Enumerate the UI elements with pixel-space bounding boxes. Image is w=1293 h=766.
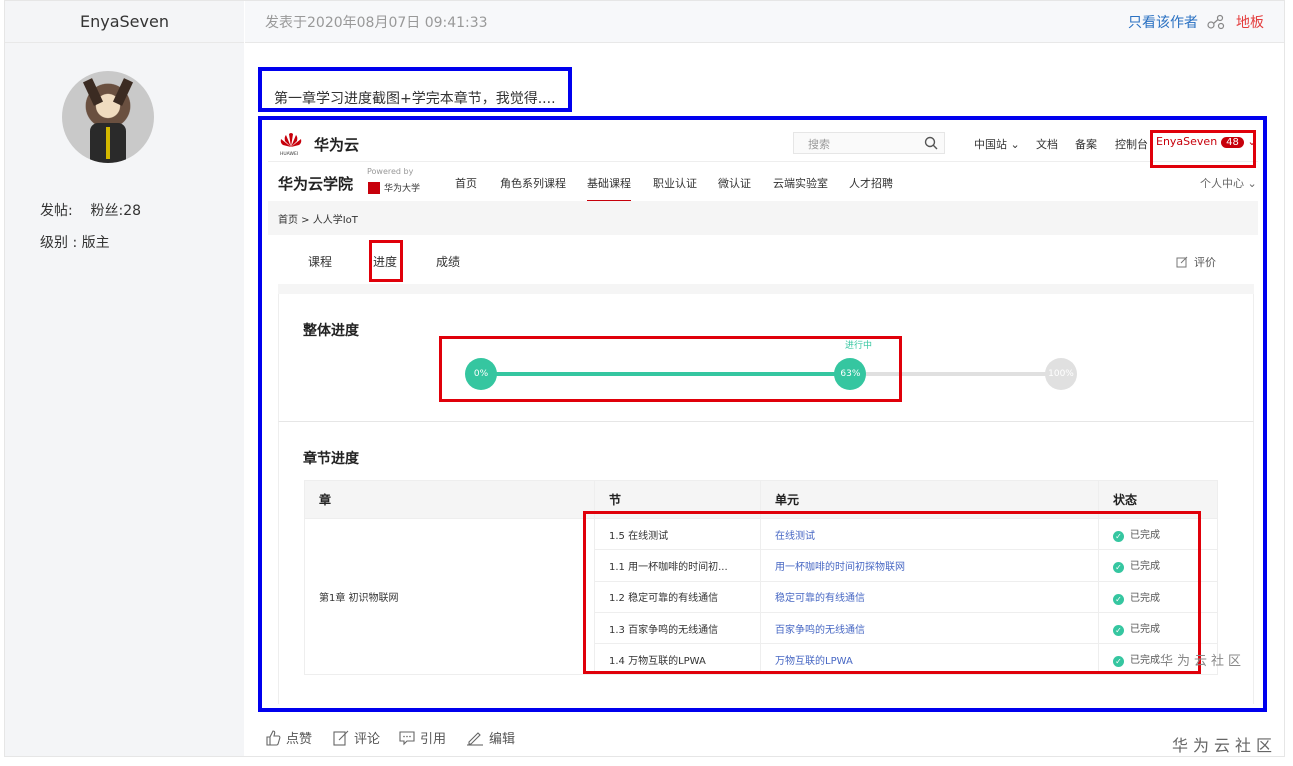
chapter-title: 章节进度 [303, 451, 359, 467]
annotation-box-tab [369, 240, 403, 282]
nav-basic-courses[interactable]: 基础课程 [587, 175, 631, 202]
huawei-cloud-brand: 华为云 [314, 136, 360, 154]
evaluate-button[interactable]: 评价 [1176, 254, 1216, 270]
personal-center[interactable]: 个人中心 ⌄ [1200, 175, 1257, 191]
divider [278, 284, 1254, 294]
quote-icon [399, 730, 415, 745]
breadcrumb-text[interactable]: 首页 > 人人学IoT [278, 211, 358, 226]
watermark-inner: 华为云社区 [1160, 654, 1246, 669]
quote-button[interactable]: 引用 [399, 728, 446, 747]
edit-icon [1176, 256, 1188, 268]
academy-title[interactable]: 华为云学院 [278, 173, 353, 194]
annotation-box-table [583, 511, 1201, 674]
tab-grades[interactable]: 成绩 [436, 253, 460, 270]
thumbs-up-icon [266, 729, 281, 746]
chapter-cell: 第1章 初识物联网 [304, 517, 595, 676]
huawei-university-icon [368, 181, 380, 194]
overall-title: 整体进度 [303, 323, 359, 339]
author-panel: EnyaSeven 发帖: 粉丝:28 级别 : 版主 [5, 1, 244, 756]
post-header: 发表于2020年08月07日 09:41:33 只看该作者 地板 [245, 1, 1284, 43]
course-tabs: 课程 进度 成绩 评价 [278, 236, 1254, 284]
pencil-icon [467, 731, 483, 746]
console-link[interactable]: 控制台 [1115, 136, 1148, 152]
powered-by: Powered by [367, 167, 414, 176]
search-input[interactable]: 搜索 [793, 132, 945, 154]
huawei-logo-icon: HUAWEI [280, 133, 302, 157]
col-chapter: 章 [304, 480, 595, 519]
level-label: 级别 : 版主 [40, 235, 110, 251]
fans-label: 粉丝:28 [90, 203, 142, 219]
nav-careers[interactable]: 人才招聘 [849, 175, 893, 191]
nav-home[interactable]: 首页 [455, 175, 477, 191]
like-button[interactable]: 点赞 [265, 728, 312, 747]
nav-micro-cert[interactable]: 微认证 [718, 175, 751, 191]
author-only-link[interactable]: 只看该作者 [1128, 12, 1198, 32]
share-icon[interactable] [1207, 14, 1225, 30]
author-name[interactable]: EnyaSeven [5, 1, 244, 43]
posts-label: 发帖: [40, 203, 73, 219]
post-text: 第一章学习进度截图+学完本章节，我觉得.... [274, 91, 556, 107]
nav-certification[interactable]: 职业认证 [653, 175, 697, 191]
record-link[interactable]: 备案 [1075, 136, 1097, 152]
floor-label: 地板 [1236, 14, 1264, 31]
annotation-box-user [1150, 130, 1256, 168]
edit-button[interactable]: 编辑 [466, 728, 515, 747]
nav-cloud-lab[interactable]: 云端实验室 [773, 175, 828, 191]
author-stats: 发帖: 粉丝:28 级别 : 版主 [40, 195, 141, 259]
nav-role-courses[interactable]: 角色系列课程 [500, 175, 566, 191]
academy-nav: 华为云学院 Powered by 华为大学 首页 角色系列课程 基础课程 职业认… [268, 163, 1258, 202]
comment-edit-icon [333, 730, 349, 746]
progress-end-dot: 100% [1045, 358, 1077, 390]
avatar[interactable] [62, 71, 154, 163]
annotation-box-progress [439, 336, 902, 402]
comment-button[interactable]: 评论 [333, 728, 380, 747]
tab-course[interactable]: 课程 [308, 253, 332, 270]
post-date: 发表于2020年08月07日 09:41:33 [265, 14, 488, 31]
breadcrumb: 首页 > 人人学IoT [268, 201, 1258, 235]
huawei-university: 华为大学 [368, 181, 420, 194]
search-icon[interactable] [924, 136, 938, 150]
docs-link[interactable]: 文档 [1036, 136, 1058, 152]
post-actions: 点赞 评论 引用 编辑 [245, 714, 1284, 756]
huawei-logo-text: HUAWEI [280, 151, 298, 157]
region-link[interactable]: 中国站 ⌄ [974, 136, 1020, 152]
huawei-topbar: HUAWEI 华为云 搜索 中国站 ⌄ 文档 备案 控制台 EnyaSeven 4… [268, 124, 1258, 162]
watermark: 华为云社区 [1172, 736, 1278, 755]
